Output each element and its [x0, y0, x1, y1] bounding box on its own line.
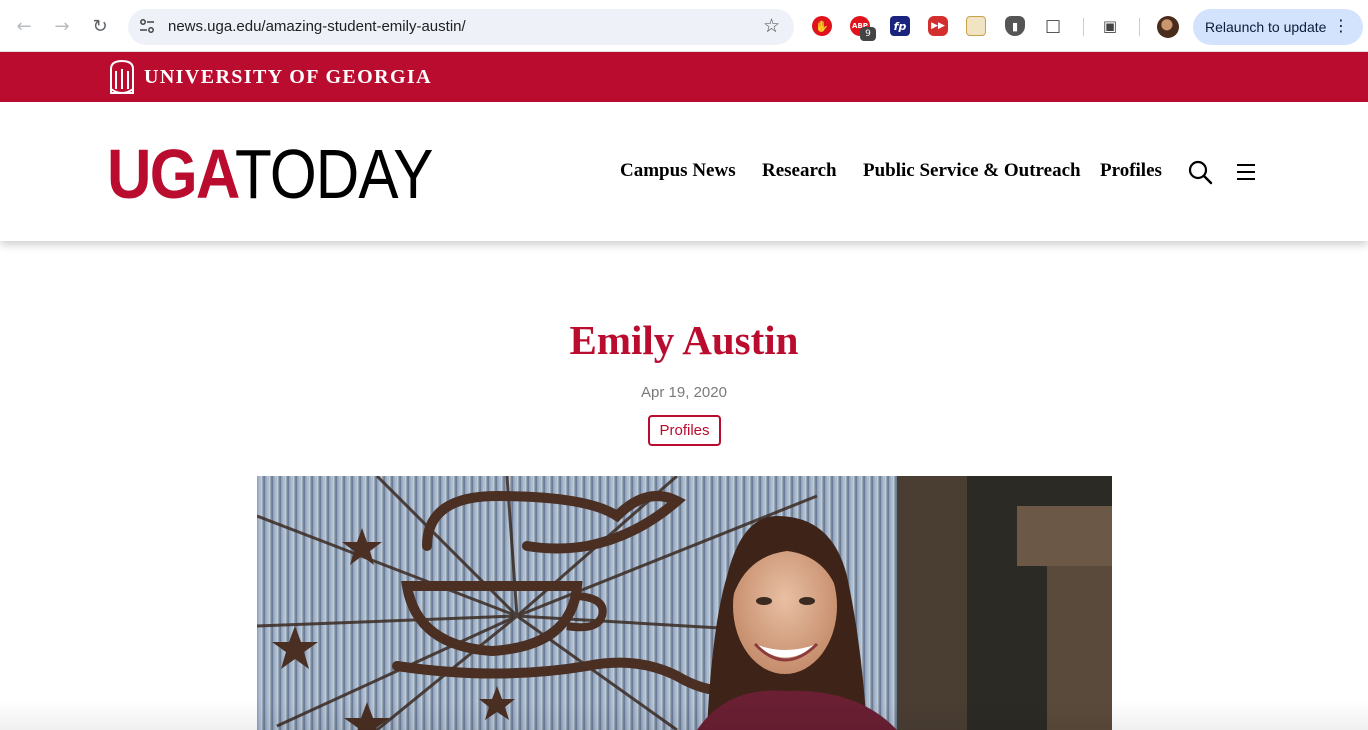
fp-extension-icon[interactable]: fp [890, 16, 910, 36]
nav-campus-news[interactable]: Campus News [620, 160, 736, 184]
ublock-extension-icon[interactable]: ✋ [812, 16, 832, 36]
bookmark-star-icon[interactable]: ☆ [763, 15, 780, 37]
article-title: Emily Austin [569, 317, 799, 363]
forward-arrow-icon[interactable]: → [50, 14, 74, 38]
kebab-menu-icon[interactable]: ⋮ [1333, 16, 1349, 35]
university-name[interactable]: UNIVERSITY OF GEORGIA [144, 66, 432, 89]
search-icon[interactable] [1187, 159, 1213, 185]
nav-public-service-outreach[interactable]: Public Service & Outreach [863, 160, 1081, 184]
nav-research[interactable]: Research [762, 160, 837, 184]
category-tag-profiles[interactable]: Profiles [648, 415, 721, 446]
article-date: Apr 19, 2020 [641, 384, 727, 401]
site-settings-icon[interactable] [138, 17, 156, 35]
toolbar-separator [1083, 18, 1084, 36]
uga-today-logo[interactable]: UGA TODAY [107, 134, 465, 213]
nav-profiles[interactable]: Profiles [1100, 160, 1162, 184]
reload-icon[interactable]: ↻ [88, 14, 112, 38]
article-hero-photo [257, 476, 1112, 730]
uga-brand-bar: UNIVERSITY OF GEORGIA [0, 52, 1368, 102]
profile-avatar[interactable] [1157, 16, 1179, 38]
logo-today: TODAY [235, 135, 433, 213]
logo-uga: UGA [107, 135, 240, 213]
extension-badge: 9 [860, 27, 876, 41]
browser-toolbar: ← → ↻ news.uga.edu/amazing-student-emily… [0, 0, 1368, 52]
puzzle-extensions-icon[interactable]: □ [1043, 16, 1063, 36]
video-extension-icon[interactable]: ▶▶ [928, 16, 948, 36]
address-bar[interactable]: news.uga.edu/amazing-student-emily-austi… [128, 9, 794, 45]
url-text[interactable]: news.uga.edu/amazing-student-emily-austi… [168, 18, 466, 35]
uga-arch-logo-icon[interactable] [109, 59, 135, 95]
site-header: UGA TODAY Campus News Research Public Se… [0, 102, 1368, 241]
relaunch-button[interactable]: Relaunch to update ⋮ [1193, 9, 1363, 45]
tab-search-icon[interactable]: ▣ [1100, 16, 1120, 36]
notes-extension-icon[interactable] [966, 16, 986, 36]
back-arrow-icon[interactable]: ← [12, 14, 36, 38]
relaunch-label: Relaunch to update [1205, 19, 1327, 35]
toolbar-separator [1139, 18, 1140, 36]
shield-extension-icon[interactable]: ▮ [1005, 16, 1025, 36]
hamburger-menu-icon[interactable] [1237, 164, 1255, 180]
